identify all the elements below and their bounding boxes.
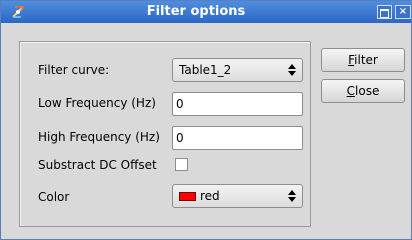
subtract-dc-offset-label: Substract DC Offset <box>38 158 157 172</box>
chevron-up-down-icon <box>288 190 296 202</box>
filter-button[interactable]: Filter <box>321 48 405 72</box>
color-value-wrap: red <box>179 189 220 203</box>
filter-curve-label: Filter curve: <box>38 63 110 77</box>
maximize-icon[interactable] <box>377 5 392 19</box>
high-frequency-input[interactable] <box>175 129 299 147</box>
low-frequency-input[interactable] <box>175 95 299 113</box>
filter-button-label: ilter <box>354 53 378 67</box>
color-select[interactable]: red <box>172 184 303 208</box>
color-swatch <box>179 192 196 201</box>
high-frequency-label: High Frequency (Hz) <box>38 130 160 144</box>
title-bar[interactable]: Filter options × <box>1 1 411 23</box>
filter-curve-value: Table1_2 <box>179 63 232 77</box>
color-label: Color <box>38 190 70 204</box>
high-frequency-field[interactable] <box>172 126 303 150</box>
close-button[interactable]: Close <box>321 79 405 103</box>
close-button-label: lose <box>355 84 380 98</box>
filter-curve-select[interactable]: Table1_2 <box>172 58 303 82</box>
close-button-mnemonic: C <box>346 84 356 98</box>
low-frequency-field[interactable] <box>172 92 303 116</box>
subtract-dc-offset-checkbox[interactable] <box>175 158 188 171</box>
chevron-up-down-icon <box>288 64 296 76</box>
low-frequency-label: Low Frequency (Hz) <box>38 96 156 110</box>
color-value: red <box>200 189 220 203</box>
filter-options-dialog: Filter options × Filter curve: Table1_2 … <box>0 0 412 240</box>
close-icon[interactable]: × <box>395 5 411 19</box>
window-title: Filter options <box>146 4 246 19</box>
